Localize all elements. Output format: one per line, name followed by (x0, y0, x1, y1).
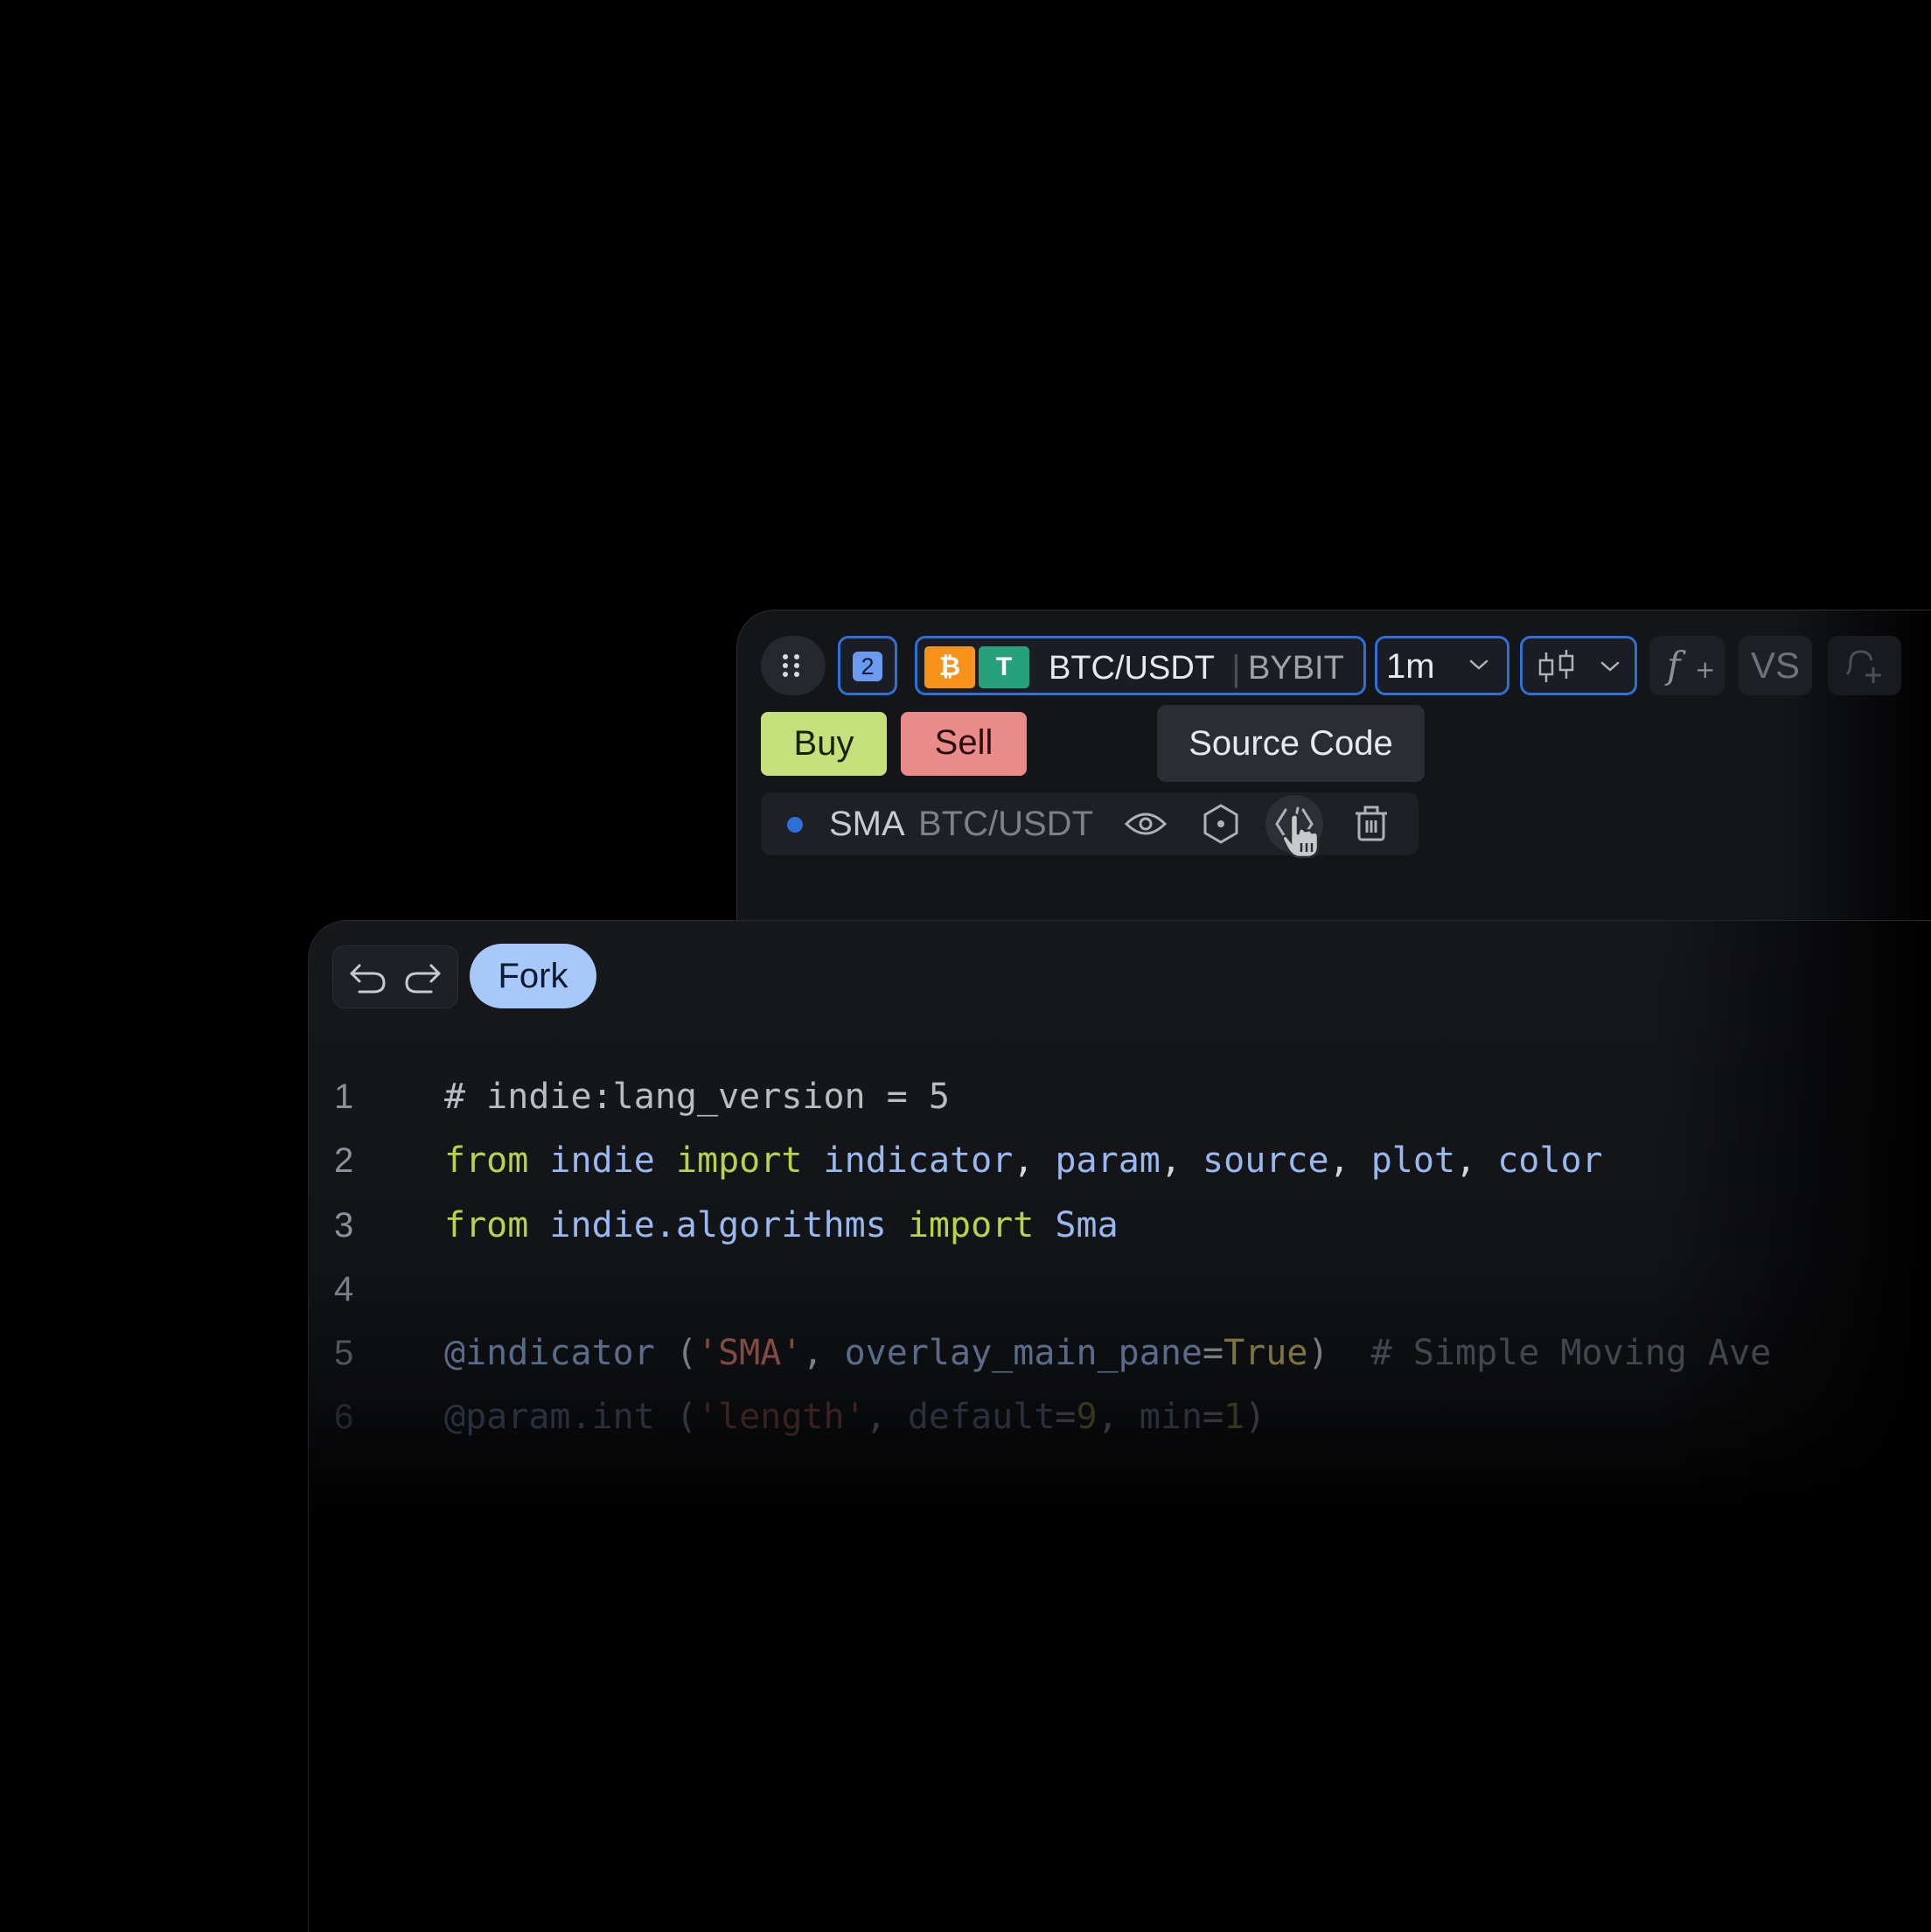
code-token: indicator (823, 1140, 1014, 1181)
code-line[interactable]: 4 (0, 1257, 1931, 1322)
code-token: = (1055, 1397, 1077, 1437)
code-token: # indie:lang_version = 5 (444, 1077, 950, 1117)
code-text: @param.int ('length', default=9, min=1) (444, 1384, 1265, 1449)
code-token: import (907, 1205, 1035, 1245)
code-token: , (1097, 1397, 1140, 1437)
line-number: 6 (334, 1398, 354, 1436)
code-token: source (1203, 1140, 1329, 1181)
code-line[interactable]: 6 @param.int ('length', default=9, min=1) (0, 1384, 1931, 1449)
code-text: from indie import indicator, param, sour… (444, 1128, 1603, 1193)
code-token: from (444, 1140, 529, 1181)
code-token: default (907, 1397, 1056, 1437)
code-token: , (1013, 1140, 1056, 1181)
code-token: = (1203, 1397, 1224, 1437)
code-token: indie (549, 1140, 655, 1181)
code-token: color (1497, 1140, 1603, 1181)
code-token: min (1139, 1397, 1203, 1437)
code-token: , (1455, 1140, 1498, 1181)
code-line[interactable]: 1 # indie:lang_version = 5 (0, 1064, 1931, 1129)
code-area[interactable]: 1 # indie:lang_version = 5 2 from indie imp… (0, 0, 1931, 1931)
code-token: # Simple Moving Ave (1370, 1333, 1772, 1373)
code-token: , (1328, 1140, 1371, 1181)
code-text: @indicator ('SMA', overlay_main_pane=Tru… (444, 1321, 1771, 1385)
line-number: 5 (334, 1334, 354, 1372)
code-token: ( (654, 1397, 697, 1437)
code-line[interactable]: 5 @indicator ('SMA', overlay_main_pane=Tr… (0, 1321, 1931, 1385)
code-text: from indie.algorithms import Sma (444, 1193, 1119, 1258)
code-token: True (1223, 1333, 1308, 1373)
line-number: 1 (334, 1078, 354, 1116)
code-token: = (1203, 1333, 1224, 1373)
code-token: Sma (1055, 1205, 1119, 1245)
code-token: , (802, 1333, 845, 1373)
code-token: , (1160, 1140, 1203, 1181)
code-text: # indie:lang_version = 5 (444, 1064, 950, 1129)
code-token: param (1055, 1140, 1161, 1181)
code-token: ) (1307, 1333, 1371, 1373)
code-token: plot (1370, 1140, 1456, 1181)
code-token: @param.int (444, 1397, 655, 1437)
code-token: 1 (1223, 1397, 1245, 1437)
line-number: 3 (334, 1206, 354, 1245)
code-token: , (865, 1397, 908, 1437)
code-token: 9 (1076, 1397, 1098, 1437)
code-token: 'length' (697, 1397, 866, 1437)
code-token: ( (654, 1333, 697, 1373)
line-number: 4 (334, 1270, 354, 1308)
code-token: @indicator (444, 1333, 655, 1373)
code-token: overlay_main_pane (844, 1333, 1203, 1373)
code-line[interactable]: 3 from indie.algorithms import Sma (0, 1193, 1931, 1258)
code-token: from (444, 1205, 529, 1245)
code-token: 'SMA' (697, 1333, 803, 1373)
code-line[interactable]: 2 from indie import indicator, param, sou… (0, 1128, 1931, 1193)
line-number: 2 (334, 1141, 354, 1180)
code-token: indie.algorithms (549, 1205, 887, 1245)
code-token: ) (1244, 1397, 1266, 1437)
code-token: import (675, 1140, 803, 1181)
